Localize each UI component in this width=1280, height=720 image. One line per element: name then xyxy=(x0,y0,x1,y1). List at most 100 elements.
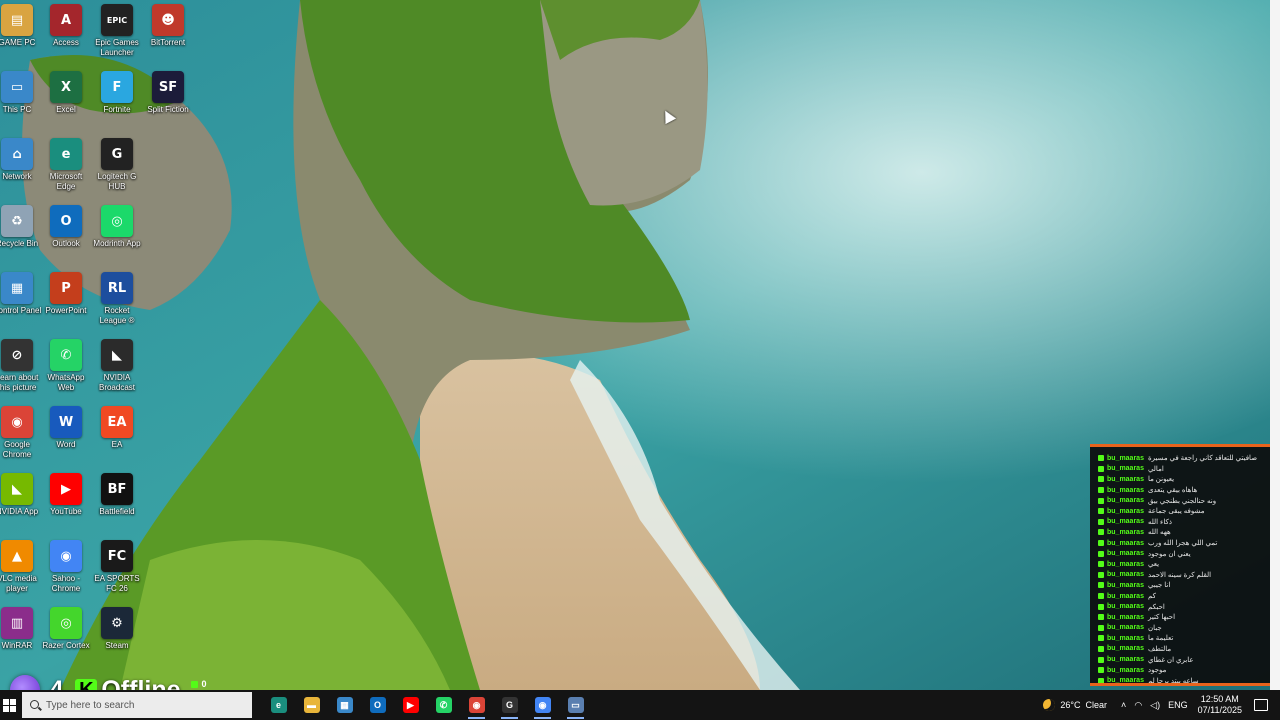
chat-text: ساعه يبتد يرحا لم xyxy=(1147,677,1199,685)
windows-icon xyxy=(2,698,16,712)
desktop-icon[interactable]: ▲ VLC media player xyxy=(0,538,42,602)
desktop-icon[interactable]: ◎ Modrinth App xyxy=(92,203,142,267)
desktop-icon[interactable]: A Access xyxy=(41,2,91,66)
weather-temp: 26°C xyxy=(1060,700,1081,710)
app-icon: ▥ xyxy=(1,607,33,639)
app-icon: EA xyxy=(101,406,133,438)
desktop-icon[interactable]: SF Split Fiction xyxy=(143,69,193,133)
taskbar-app-logitech[interactable]: G xyxy=(493,690,526,720)
desktop-icon[interactable]: ◉ Sahoo - Chrome xyxy=(41,538,91,602)
taskbar-app-chrome[interactable]: ◉ xyxy=(460,690,493,720)
taskbar-app-chrome-profile[interactable]: ◉ xyxy=(526,690,559,720)
weather-widget[interactable]: 26°C Clear xyxy=(1043,699,1107,711)
chat-badge-icon xyxy=(1098,677,1104,683)
chat-badge-icon xyxy=(1098,635,1104,642)
desktop-icon[interactable]: ▦ Control Panel xyxy=(0,270,42,334)
desktop-icon[interactable]: W Word xyxy=(41,404,91,468)
desktop-icon[interactable]: FC EA SPORTS FC 26 xyxy=(92,538,142,602)
desktop-icon[interactable]: ⊘ Learn about this picture xyxy=(0,337,42,401)
desktop-icon[interactable]: BF Battlefield xyxy=(92,471,142,535)
counter-value: 0 xyxy=(201,679,207,689)
desktop-icon[interactable]: F Fortnite xyxy=(92,69,142,133)
chat-text: ونه حنالجني بطنجي بيق xyxy=(1147,497,1217,505)
desktop-icon[interactable]: ▤ GAME PC xyxy=(0,2,42,66)
desktop-icon-label: WinRAR xyxy=(1,641,33,650)
notification-icon[interactable] xyxy=(1254,699,1268,711)
chat-username: bu_maaras xyxy=(1107,634,1144,642)
app-icon: RL xyxy=(101,272,133,304)
desktop-icon-label: Control Panel xyxy=(0,306,42,315)
taskbar-search-box[interactable]: Type here to search xyxy=(22,692,252,718)
chat-message: bu_maaras يعي xyxy=(1098,559,1266,570)
desktop-icon[interactable]: ♻ Recycle Bin xyxy=(0,203,42,267)
desktop-icon[interactable]: RL Rocket League ® xyxy=(92,270,142,334)
app-icon: SF xyxy=(152,71,184,103)
desktop-icon[interactable]: ⌂ Network xyxy=(0,136,42,200)
chat-message: bu_maaras ذكاء الله xyxy=(1098,517,1266,528)
chat-message: bu_maaras احبكم xyxy=(1098,601,1266,612)
app-icon: ▭ xyxy=(1,71,33,103)
chevron-up-icon[interactable]: ˄ xyxy=(1121,700,1126,710)
chat-badge-icon xyxy=(1098,614,1104,621)
chat-username: bu_maaras xyxy=(1107,581,1144,589)
desktop-icon[interactable]: ◉ Google Chrome xyxy=(0,404,42,468)
taskbar-app-edge[interactable]: e xyxy=(262,690,295,720)
taskbar-app-window-app[interactable]: ▭ xyxy=(559,690,592,720)
taskbar-app-whatsapp[interactable]: ✆ xyxy=(427,690,460,720)
app-icon: ◎ xyxy=(101,205,133,237)
desktop-icon[interactable]: O Outlook xyxy=(41,203,91,267)
desktop-icon[interactable]: ◎ Razer Cortex xyxy=(41,605,91,669)
desktop-icon[interactable]: ☻ BitTorrent xyxy=(143,2,193,66)
chat-text: انا جيبي xyxy=(1147,582,1171,590)
taskbar-app-file-explorer[interactable]: ▬ xyxy=(295,690,328,720)
chat-badge-icon xyxy=(1098,645,1104,652)
desktop-icon[interactable]: P PowerPoint xyxy=(41,270,91,334)
chat-message-list: bu_maaras صافيتي للتعاقد كاني راجعة في مس… xyxy=(1098,453,1266,685)
chat-message: bu_maaras احبها كتير xyxy=(1098,612,1266,623)
taskbar-app-microsoft-store[interactable]: ▦ xyxy=(328,690,361,720)
desktop-icon[interactable]: G Logitech G HUB xyxy=(92,136,142,200)
desktop-icon[interactable]: EPIC Epic Games Launcher xyxy=(92,2,142,66)
app-icon: ✆ xyxy=(50,339,82,371)
volume-icon[interactable]: ◁) xyxy=(1150,700,1160,711)
desktop-icon-label: WhatsApp Web xyxy=(47,373,85,392)
clock[interactable]: 12:50 AM 07/11/2025 xyxy=(1198,694,1242,716)
desktop-icon[interactable]: EA EA xyxy=(92,404,142,468)
chat-text: كم xyxy=(1147,593,1156,601)
search-placeholder: Type here to search xyxy=(46,699,135,711)
desktop-icon-label: Excel xyxy=(56,105,76,114)
chat-badge-icon xyxy=(1098,571,1104,578)
youtube-icon: ▶ xyxy=(402,697,419,713)
desktop-icon[interactable]: ▭ This PC xyxy=(0,69,42,133)
app-icon: P xyxy=(50,272,82,304)
desktop-icon[interactable]: X Excel xyxy=(41,69,91,133)
chat-text: احبها كتير xyxy=(1147,614,1176,622)
desktop-icon-label: EA SPORTS FC 26 xyxy=(94,574,140,593)
chat-text: مالتطف xyxy=(1147,645,1172,653)
chat-username: bu_maaras xyxy=(1107,656,1144,664)
taskbar-app-youtube[interactable]: ▶ xyxy=(394,690,427,720)
desktop-icon[interactable]: e Microsoft Edge xyxy=(41,136,91,200)
weather-text: Clear xyxy=(1085,700,1108,710)
chat-username: bu_maaras xyxy=(1107,539,1144,547)
desktop-icon-label: Network xyxy=(2,172,32,181)
desktop-icon[interactable]: ▶ YouTube xyxy=(41,471,91,535)
desktop-icon-label: Fortnite xyxy=(103,105,131,114)
desktop-icon-label: GAME PC xyxy=(0,38,36,47)
desktop-icon-label: Epic Games Launcher xyxy=(95,38,139,57)
language-indicator[interactable]: ENG xyxy=(1168,700,1188,710)
chat-text: صافيتي للتعاقد كاني راجعة في مسيرة xyxy=(1147,455,1258,463)
desktop-icon-label: PowerPoint xyxy=(45,306,87,315)
desktop-icon[interactable]: ⚙ Steam xyxy=(92,605,142,669)
chat-username: bu_maaras xyxy=(1107,603,1144,611)
taskbar-app-outlook[interactable]: O xyxy=(361,690,394,720)
network-icon[interactable]: ◠ xyxy=(1134,700,1142,711)
start-button[interactable] xyxy=(0,690,18,720)
app-icon: e xyxy=(50,138,82,170)
desktop-icon[interactable]: ✆ WhatsApp Web xyxy=(41,337,91,401)
desktop-icon[interactable]: ◣ NVIDIA App xyxy=(0,471,42,535)
desktop-icon[interactable]: ▥ WinRAR xyxy=(0,605,42,669)
chat-badge-icon xyxy=(1098,465,1104,472)
file-explorer-icon: ▬ xyxy=(303,697,320,713)
desktop-icon[interactable]: ◣ NVIDIA Broadcast xyxy=(92,337,142,401)
